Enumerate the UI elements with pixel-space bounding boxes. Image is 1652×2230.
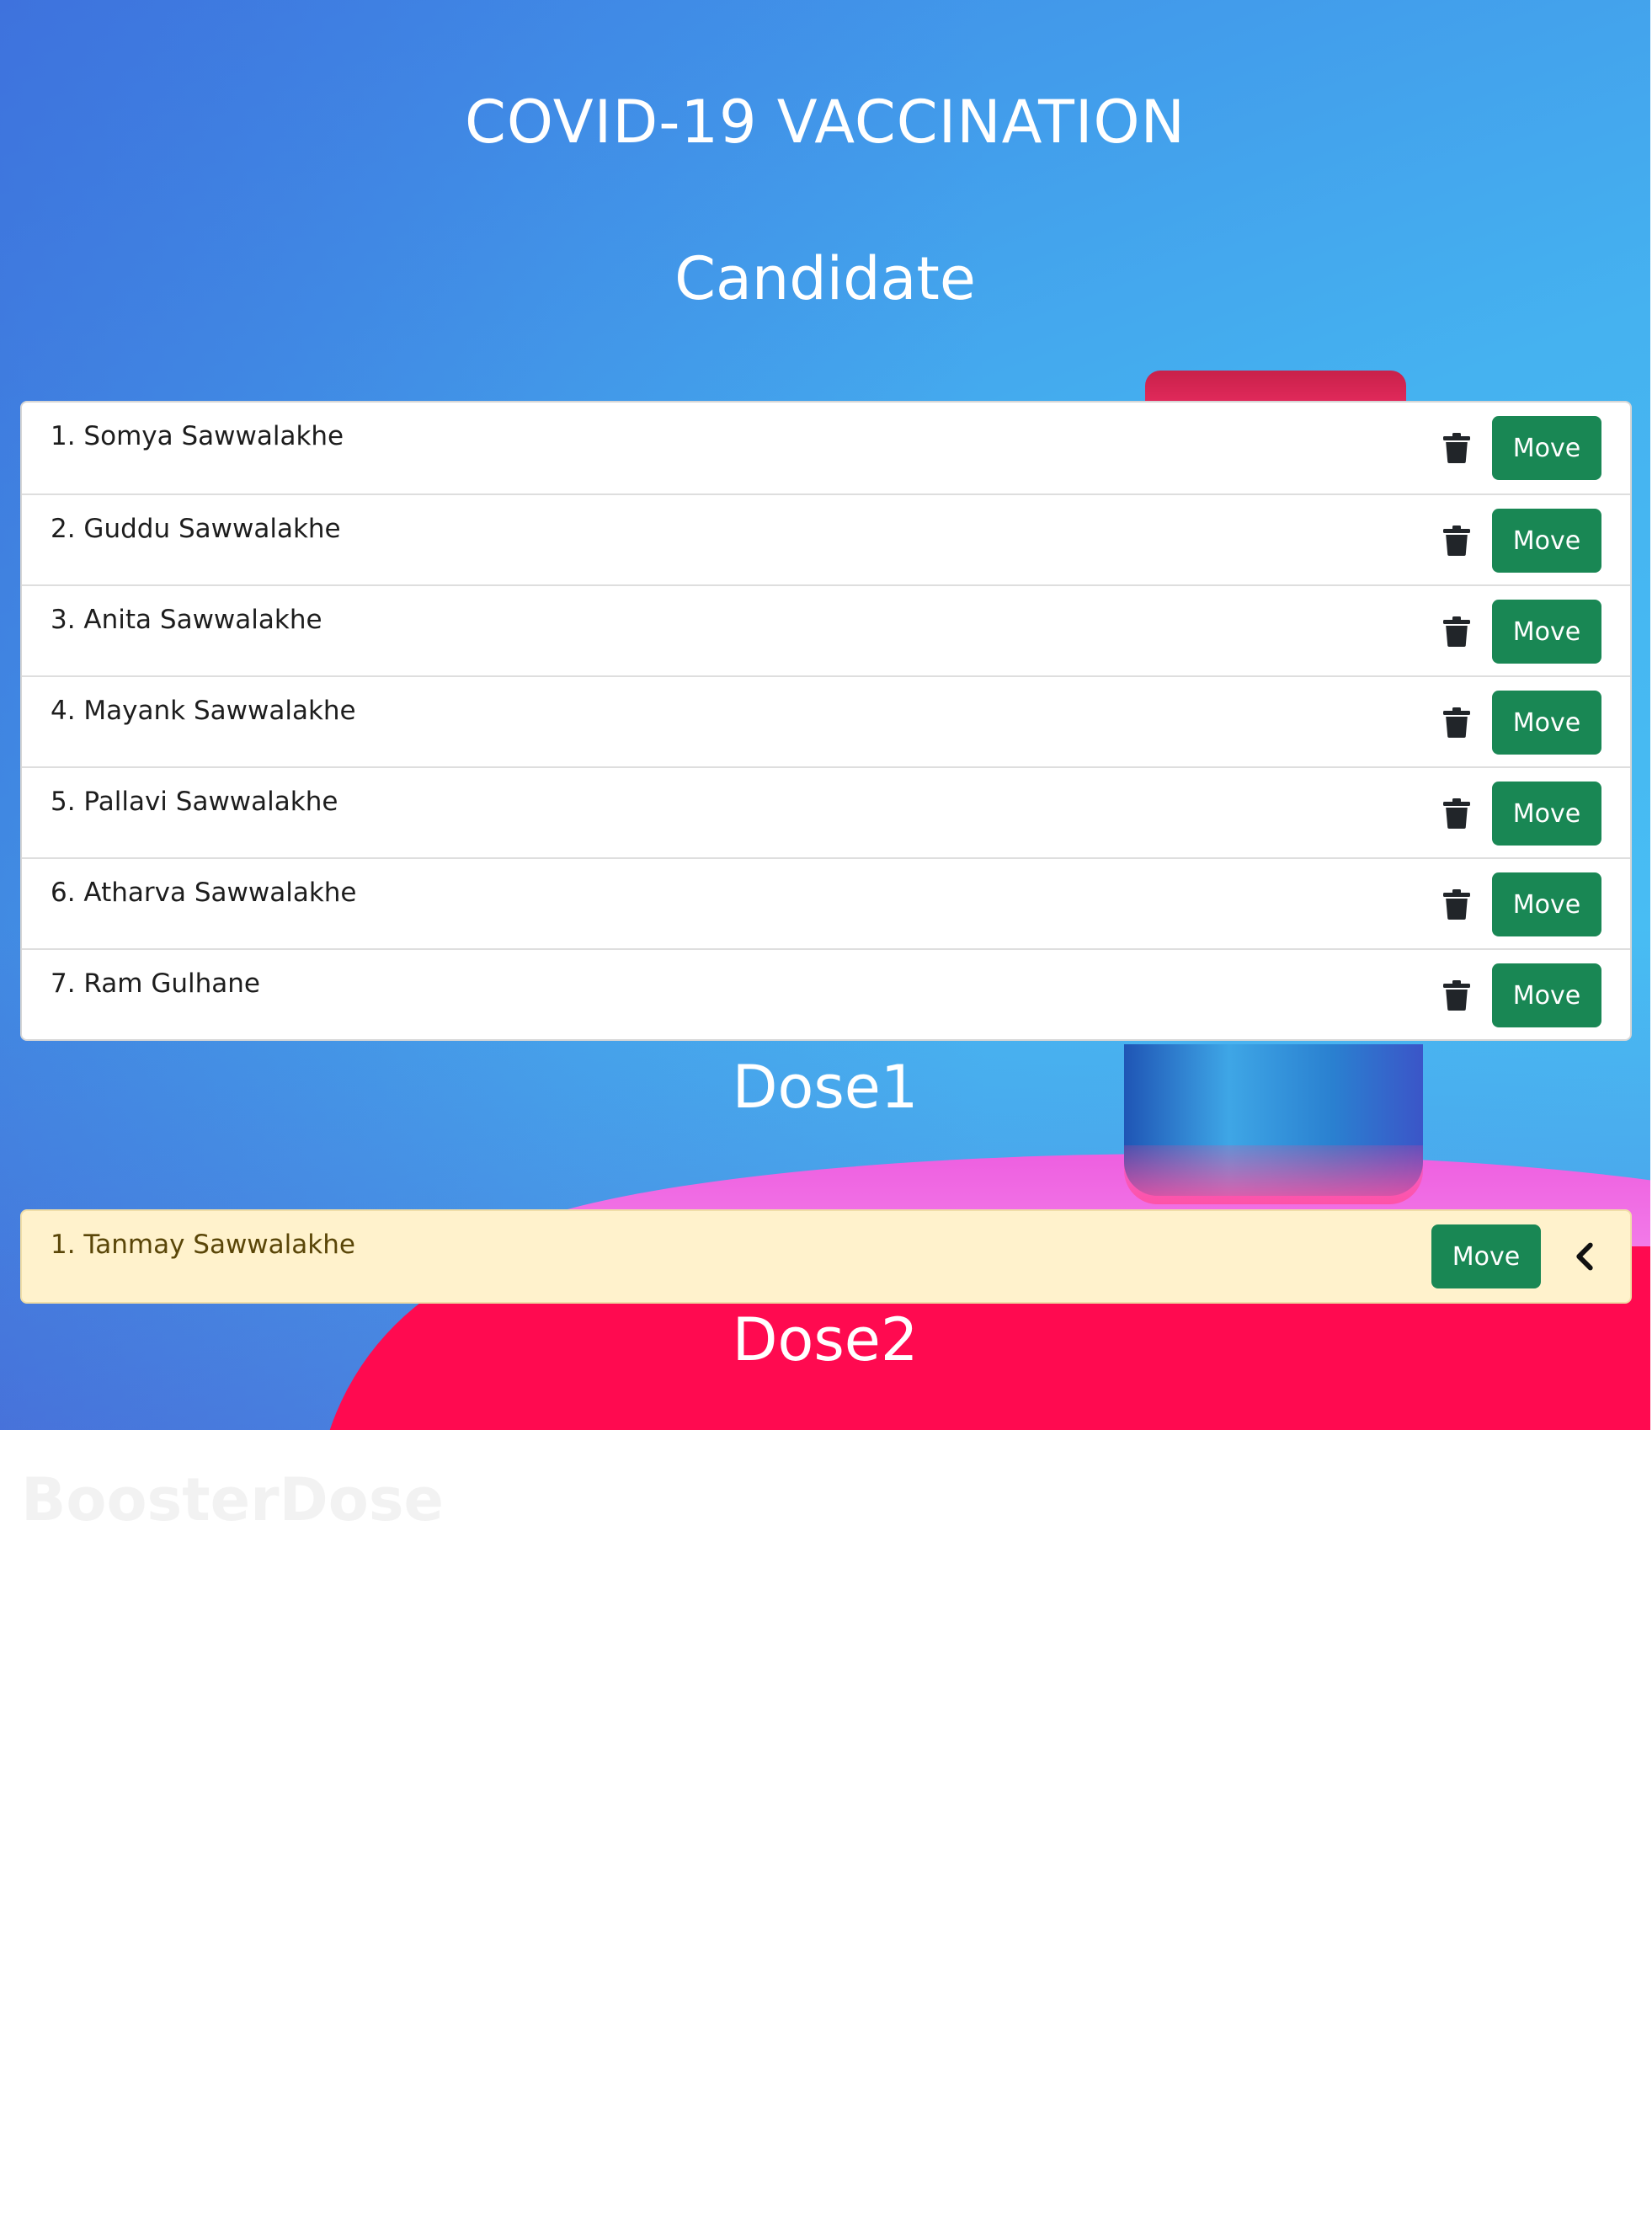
dose1-heading: Dose1 (732, 1053, 919, 1122)
move-button[interactable]: Move (1492, 963, 1601, 1027)
trash-icon[interactable] (1443, 616, 1470, 647)
move-button[interactable]: Move (1431, 1224, 1541, 1288)
move-button[interactable]: Move (1492, 691, 1601, 755)
move-button[interactable]: Move (1492, 509, 1601, 573)
trash-icon[interactable] (1443, 433, 1470, 463)
trash-icon[interactable] (1443, 798, 1470, 829)
chevron-left-icon[interactable] (1569, 1241, 1600, 1272)
candidate-name: 2. Guddu Sawwalakhe (51, 514, 341, 544)
trash-icon[interactable] (1443, 980, 1470, 1011)
move-button[interactable]: Move (1492, 872, 1601, 936)
trash-icon[interactable] (1443, 889, 1470, 920)
list-item: 4. Mayank Sawwalakhe Move (22, 675, 1630, 766)
candidate-name: 6. Atharva Sawwalakhe (51, 878, 357, 908)
trash-icon[interactable] (1443, 525, 1470, 556)
candidate-name: 3. Anita Sawwalakhe (51, 605, 322, 635)
dose1-list: 1. Tanmay Sawwalakhe Move (20, 1209, 1632, 1304)
trash-icon[interactable] (1443, 707, 1470, 738)
candidate-name: 5. Pallavi Sawwalakhe (51, 787, 338, 817)
booster-dose-heading: BoosterDose (21, 1465, 444, 1534)
list-item: 3. Anita Sawwalakhe Move (22, 584, 1630, 675)
candidate-name: 4. Mayank Sawwalakhe (51, 696, 356, 726)
hero-background: COVID-19 VACCINATION Candidate 1. Somya … (0, 0, 1650, 1430)
dose1-name: 1. Tanmay Sawwalakhe (51, 1230, 355, 1260)
candidate-list: 1. Somya Sawwalakhe Move 2. Guddu Sawwal… (20, 401, 1632, 1041)
move-button[interactable]: Move (1492, 416, 1601, 480)
list-item: 2. Guddu Sawwalakhe Move (22, 493, 1630, 584)
candidate-name: 7. Ram Gulhane (51, 968, 260, 999)
list-item: 7. Ram Gulhane Move (22, 948, 1630, 1039)
list-item: 1. Tanmay Sawwalakhe Move (22, 1211, 1630, 1302)
candidate-name: 1. Somya Sawwalakhe (51, 421, 344, 451)
move-button[interactable]: Move (1492, 600, 1601, 664)
list-item: 1. Somya Sawwalakhe Move (22, 403, 1630, 493)
page-title: COVID-19 VACCINATION (465, 88, 1186, 157)
list-item: 5. Pallavi Sawwalakhe Move (22, 766, 1630, 857)
vaccine-vial-base (1124, 1145, 1423, 1204)
move-button[interactable]: Move (1492, 782, 1601, 846)
dose2-heading: Dose2 (732, 1305, 919, 1374)
list-item: 6. Atharva Sawwalakhe Move (22, 857, 1630, 948)
candidate-heading: Candidate (674, 244, 976, 313)
